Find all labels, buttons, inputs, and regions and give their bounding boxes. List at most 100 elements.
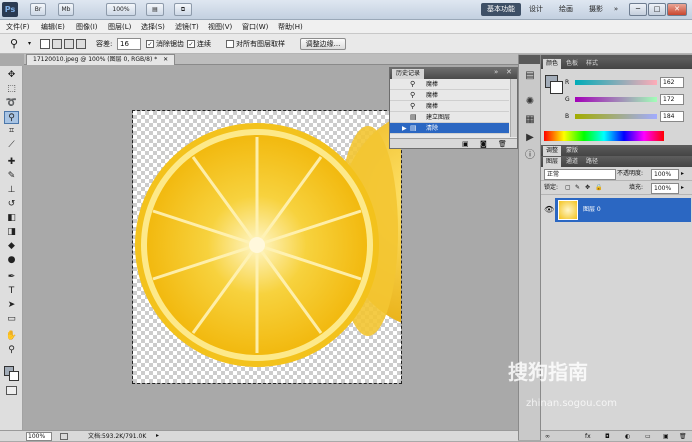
green-value-input[interactable]: 172 <box>660 94 684 105</box>
zoom-input[interactable]: 100% <box>26 432 52 441</box>
tab-masks[interactable]: 蒙版 <box>563 146 581 156</box>
close-tab-icon[interactable]: ✕ <box>163 56 168 63</box>
tab-channels[interactable]: 通道 <box>563 157 581 167</box>
new-selection-icon[interactable] <box>40 39 50 49</box>
sample-all-layers-checkbox[interactable] <box>226 40 234 48</box>
shape-tool-icon[interactable]: ▭ <box>4 313 19 326</box>
dodge-tool-icon[interactable]: ● <box>4 254 19 267</box>
green-slider[interactable] <box>575 97 657 102</box>
workspace-photography[interactable]: 摄影 <box>586 3 606 16</box>
link-layers-icon[interactable]: ∞ <box>545 431 550 442</box>
eye-visibility-icon[interactable]: 👁 <box>544 205 554 214</box>
path-selection-tool-icon[interactable]: ➤ <box>4 299 19 312</box>
lock-position-icon[interactable]: ✥ <box>585 181 590 195</box>
more-workspaces-icon[interactable]: » <box>610 3 622 16</box>
menu-layer[interactable]: 图层(L) <box>108 20 131 34</box>
red-value-input[interactable]: 162 <box>660 77 684 88</box>
new-layer-icon[interactable]: ▣ <box>663 431 669 442</box>
color-spectrum[interactable] <box>544 131 664 141</box>
blue-slider[interactable] <box>575 114 657 119</box>
magic-wand-icon[interactable]: ⚲ <box>10 37 18 50</box>
trash-icon[interactable]: 🗑 <box>679 431 687 442</box>
layer-row[interactable]: 👁 图层 0 <box>541 197 692 223</box>
status-info-icon[interactable] <box>60 433 68 440</box>
history-scrollbar[interactable] <box>510 79 517 137</box>
tab-paths[interactable]: 路径 <box>583 157 601 167</box>
history-item[interactable]: ⚲ 魔棒 <box>390 90 509 101</box>
menu-image[interactable]: 图像(I) <box>76 20 98 34</box>
minimize-button[interactable]: ─ <box>629 3 647 16</box>
document-canvas[interactable] <box>132 110 402 384</box>
layer-style-icon[interactable]: fx <box>585 431 591 442</box>
tab-color[interactable]: 颜色 <box>543 59 562 69</box>
history-item[interactable]: ⚲ 魔棒 <box>390 79 509 90</box>
layer-row-selected[interactable]: 图层 0 <box>555 198 691 222</box>
lasso-tool-icon[interactable]: ➰ <box>4 97 19 110</box>
clone-stamp-tool-icon[interactable]: ⊥ <box>4 184 19 197</box>
workspace-essentials[interactable]: 基本功能 <box>481 3 521 16</box>
blue-value-input[interactable]: 184 <box>660 111 684 122</box>
bridge-button[interactable]: Br <box>30 3 46 16</box>
gradient-tool-icon[interactable]: ◨ <box>4 226 19 239</box>
tab-adjustments[interactable]: 调整 <box>543 146 562 156</box>
actions-panel-icon[interactable]: ▶ <box>523 131 537 145</box>
blur-tool-icon[interactable]: ◆ <box>4 240 19 253</box>
history-item[interactable]: ⚲ 魔棒 <box>390 101 509 112</box>
contiguous-checkbox[interactable]: ✓ <box>187 40 195 48</box>
quick-mask-icon[interactable] <box>6 386 17 395</box>
workspace-painting[interactable]: 绘画 <box>556 3 576 16</box>
collapse-icon[interactable]: » <box>494 68 498 76</box>
subtract-selection-icon[interactable] <box>64 39 74 49</box>
crop-tool-icon[interactable]: ⌗ <box>4 125 19 138</box>
magic-wand-tool-icon[interactable]: ⚲ <box>4 111 19 124</box>
arrange-documents-icon[interactable]: ▤ <box>146 3 164 16</box>
brush-tool-icon[interactable]: ✎ <box>4 170 19 183</box>
fill-arrow-icon[interactable]: ▸ <box>681 181 684 195</box>
hand-tool-icon[interactable]: ✋ <box>4 330 19 343</box>
intersect-selection-icon[interactable] <box>76 39 86 49</box>
new-document-icon[interactable]: ▣ <box>462 140 469 148</box>
close-button[interactable]: ✕ <box>667 3 687 16</box>
tab-swatches[interactable]: 色板 <box>563 59 581 69</box>
menu-help[interactable]: 帮助(H) <box>278 20 303 34</box>
history-tab[interactable]: 历史记录 <box>392 69 425 79</box>
menu-view[interactable]: 视图(V) <box>208 20 232 34</box>
menu-filter[interactable]: 滤镜(T) <box>175 20 199 34</box>
marquee-tool-icon[interactable]: ⬚ <box>4 83 19 96</box>
menu-select[interactable]: 选择(S) <box>141 20 165 34</box>
add-selection-icon[interactable] <box>52 39 62 49</box>
chevron-down-icon[interactable]: ▾ <box>28 40 31 47</box>
tab-styles[interactable]: 样式 <box>583 59 601 69</box>
eraser-tool-icon[interactable]: ◧ <box>4 212 19 225</box>
document-tab[interactable]: 17120010.jpeg @ 100% (图层 0, RGB/8) * ✕ <box>26 54 176 65</box>
background-color-swatch[interactable] <box>550 81 563 94</box>
zoom-level-button[interactable]: 100% <box>106 3 136 16</box>
status-menu-arrow-icon[interactable]: ▸ <box>156 432 159 439</box>
antialias-checkbox[interactable]: ✓ <box>146 40 154 48</box>
background-color-swatch[interactable] <box>9 371 19 381</box>
group-icon[interactable]: ▭ <box>645 431 651 442</box>
tolerance-input[interactable]: 16 <box>117 38 141 50</box>
lock-pixels-icon[interactable]: ✎ <box>575 181 580 195</box>
zoom-tool-icon[interactable]: ⚲ <box>4 344 19 357</box>
snapshot-icon[interactable]: ◙ <box>480 140 487 148</box>
history-item[interactable]: ▤ 建立图层 <box>390 112 509 123</box>
screen-mode-icon[interactable]: ⧉ <box>174 3 192 16</box>
panel-close-icon[interactable]: ✕ <box>506 68 512 76</box>
histogram-panel-icon[interactable]: ▦ <box>523 113 537 127</box>
info-panel-icon[interactable]: ⓘ <box>523 149 537 163</box>
history-item-selected[interactable]: ▶ ▤ 清除 <box>390 123 509 134</box>
layer-mask-icon[interactable]: ◘ <box>605 431 610 442</box>
adjustment-layer-icon[interactable]: ◐ <box>625 431 630 442</box>
lock-all-icon[interactable]: 🔒 <box>595 181 602 195</box>
pen-tool-icon[interactable]: ✒ <box>4 271 19 284</box>
trash-icon[interactable]: 🗑 <box>498 140 507 148</box>
lock-transparency-icon[interactable]: ▢ <box>565 181 571 195</box>
menu-file[interactable]: 文件(F) <box>6 20 30 34</box>
eyedropper-tool-icon[interactable]: ⟋ <box>4 139 19 152</box>
opacity-arrow-icon[interactable]: ▸ <box>681 167 684 181</box>
red-slider[interactable] <box>575 80 657 85</box>
mini-bridge-button[interactable]: Mb <box>58 3 74 16</box>
fill-input[interactable]: 100% <box>651 183 679 194</box>
move-tool-icon[interactable]: ✥ <box>4 69 19 82</box>
